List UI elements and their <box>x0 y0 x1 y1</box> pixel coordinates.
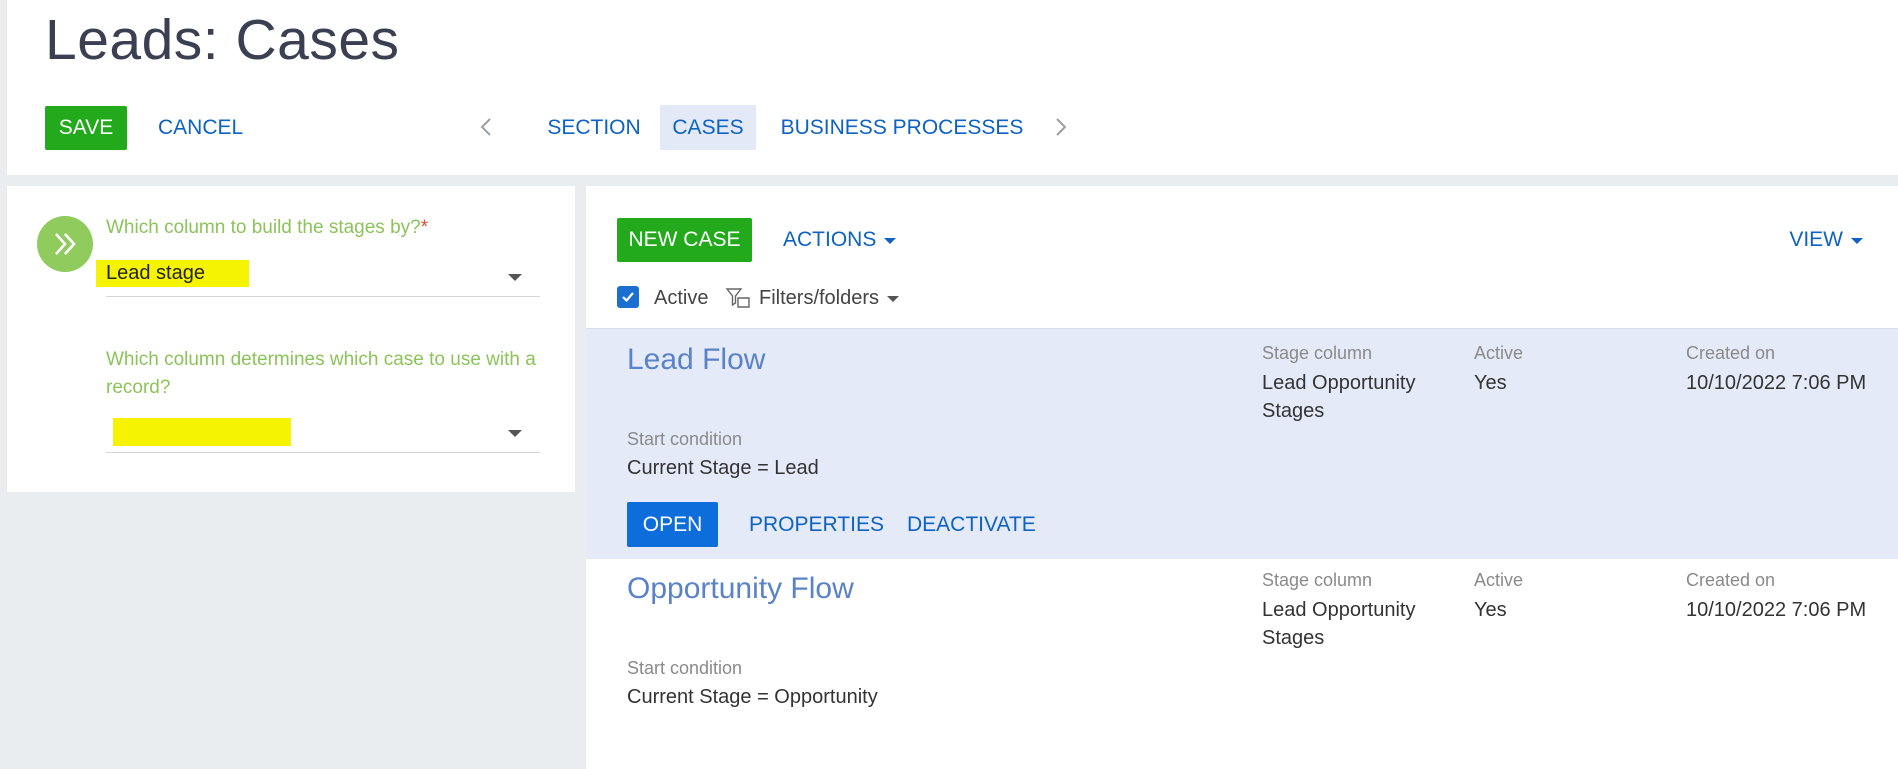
filter-folder-icon <box>725 288 750 308</box>
active-value: Yes <box>1474 372 1507 394</box>
new-case-button[interactable]: NEW CASE <box>617 218 752 262</box>
case-name[interactable]: Opportunity Flow <box>627 572 854 606</box>
double-chevron-right-icon <box>37 216 93 272</box>
actions-menu[interactable]: ACTIONS <box>783 218 897 262</box>
start-condition-header: Start condition <box>627 429 743 449</box>
actions-label: ACTIONS <box>783 228 877 251</box>
stage-column-value-line-2: Stages <box>1262 627 1325 649</box>
case-settings-panel: Which column to build the stages by?* Le… <box>7 186 575 492</box>
tab-section[interactable]: SECTION <box>535 105 653 150</box>
case-row[interactable]: Opportunity Flow Stage column Lead Oppor… <box>586 558 1898 738</box>
stage-column-question: Which column to build the stages by? <box>106 217 421 238</box>
view-menu[interactable]: VIEW <box>1789 218 1863 262</box>
open-button[interactable]: OPEN <box>627 502 718 547</box>
caret-down-icon <box>887 296 900 302</box>
page-header: Leads: Cases SAVE CANCEL SECTION CASES B… <box>7 0 1898 175</box>
tab-cases[interactable]: CASES <box>660 105 756 150</box>
chevron-down-icon[interactable] <box>508 274 522 281</box>
start-condition-value: Current Stage = Lead <box>627 457 819 479</box>
stage-column-select[interactable]: Lead stage <box>96 256 540 297</box>
filters-folders-menu[interactable]: Filters/folders <box>725 284 900 312</box>
created-on-value: 10/10/2022 7:06 PM <box>1686 372 1867 394</box>
stage-column-value-line-2: Stages <box>1262 400 1325 422</box>
properties-button[interactable]: PROPERTIES <box>749 502 884 547</box>
active-checkbox[interactable] <box>617 286 639 308</box>
stage-column-label: Which column to build the stages by?* <box>106 214 428 242</box>
page-title: Leads: Cases <box>45 8 400 72</box>
caret-down-icon <box>884 238 897 244</box>
checkmark-icon <box>622 292 634 303</box>
cases-panel: NEW CASE ACTIONS VIEW Active Filters/fol… <box>586 186 1898 769</box>
view-label: VIEW <box>1789 228 1843 251</box>
cancel-button[interactable]: CANCEL <box>158 106 243 150</box>
case-column-question: Which column determines which case to us… <box>106 349 536 398</box>
active-header: Active <box>1474 343 1524 363</box>
tabs-scroll-right-icon[interactable] <box>1051 112 1071 142</box>
stage-column-header: Stage column <box>1262 570 1373 590</box>
start-condition-header: Start condition <box>627 658 743 678</box>
active-checkbox-label: Active <box>654 287 709 309</box>
deactivate-button[interactable]: DEACTIVATE <box>907 502 1036 547</box>
stage-column-header: Stage column <box>1262 343 1373 363</box>
created-on-value: 10/10/2022 7:06 PM <box>1686 599 1867 621</box>
case-column-value-highlight <box>113 418 291 446</box>
stage-column-value-line-1: Lead Opportunity <box>1262 372 1416 394</box>
case-name[interactable]: Lead Flow <box>627 343 765 377</box>
case-column-select[interactable] <box>106 412 540 453</box>
stage-column-value: Lead stage <box>96 260 249 287</box>
tabs-scroll-left-icon[interactable] <box>476 112 496 142</box>
caret-down-icon <box>1851 238 1863 244</box>
tab-business-processes[interactable]: BUSINESS PROCESSES <box>777 105 1027 150</box>
required-mark: * <box>420 217 429 238</box>
created-on-header: Created on <box>1686 570 1776 590</box>
chevron-down-icon[interactable] <box>508 430 522 437</box>
start-condition-value: Current Stage = Opportunity <box>627 686 878 708</box>
save-button[interactable]: SAVE <box>45 106 127 150</box>
active-value: Yes <box>1474 599 1507 621</box>
active-header: Active <box>1474 570 1524 590</box>
filters-label: Filters/folders <box>759 286 880 309</box>
created-on-header: Created on <box>1686 343 1776 363</box>
stage-column-value-line-1: Lead Opportunity <box>1262 599 1416 621</box>
case-row[interactable]: Lead Flow Stage column Lead Opportunity … <box>586 328 1898 559</box>
